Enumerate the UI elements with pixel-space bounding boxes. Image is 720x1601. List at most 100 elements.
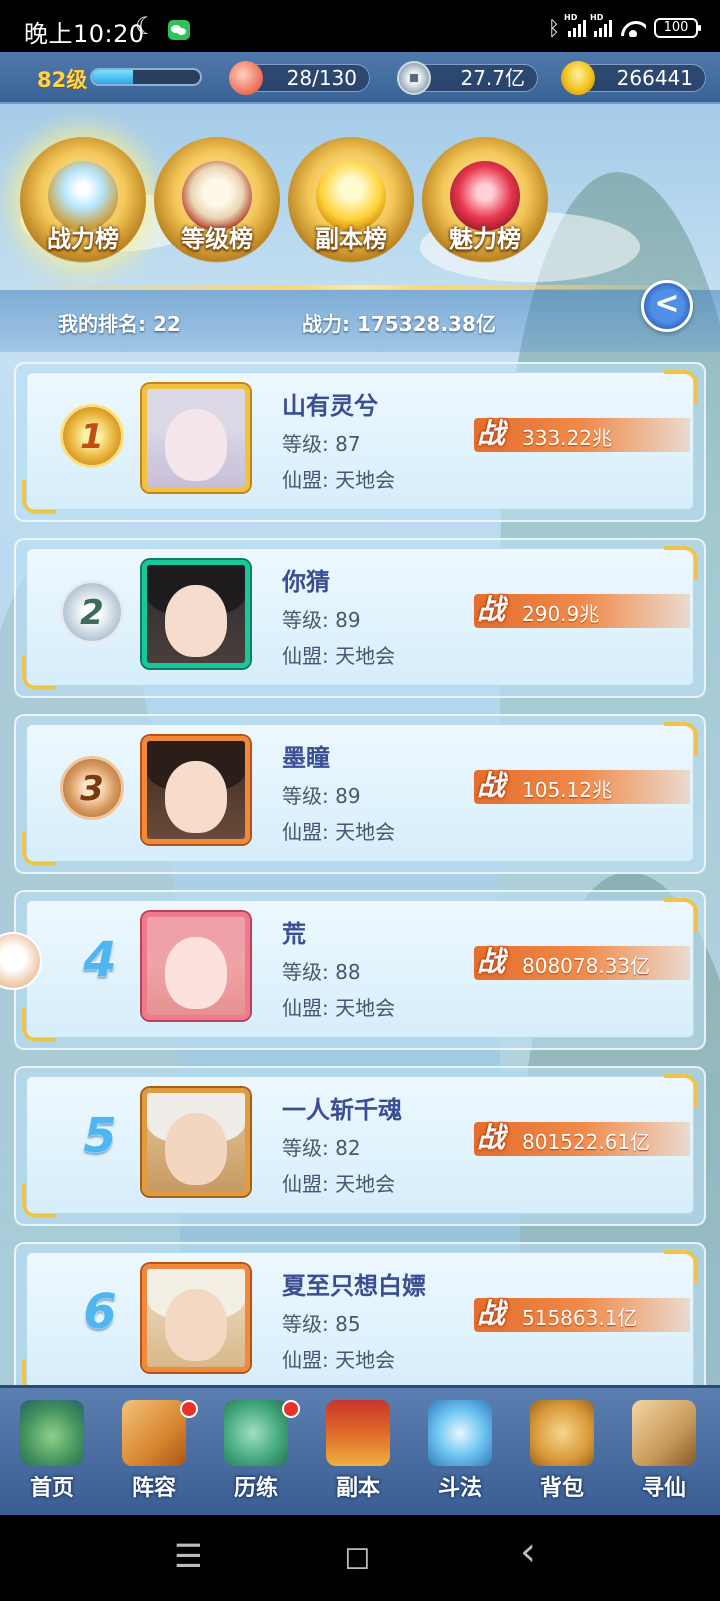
avatar[interactable]: [142, 1088, 250, 1196]
wechat-notification-icon: [168, 20, 190, 40]
battery-icon: 100: [654, 18, 701, 38]
ranking-row[interactable]: 5 一人斩千魂 等级: 82 仙盟: 天地会 战 801522.61亿: [14, 1066, 706, 1226]
hd-label-1: HD: [564, 13, 578, 22]
corner-ornament: [664, 722, 698, 756]
notification-dot: [180, 1400, 198, 1418]
nav-home[interactable]: 首页: [2, 1396, 102, 1514]
cards-icon: [122, 1400, 186, 1466]
avatar-face: [165, 409, 227, 481]
temple-gate-icon: [326, 1400, 390, 1466]
tab-label: 战力榜: [47, 225, 119, 253]
player-guild: 仙盟: 天地会: [282, 468, 396, 492]
power-bar: 战 808078.33亿: [474, 945, 690, 980]
peach-resource[interactable]: 28/130: [229, 61, 370, 95]
nav-label: 阵容: [131, 1476, 176, 1501]
ranking-row[interactable]: 4 荒 等级: 88 仙盟: 天地会 战 808078.33亿: [14, 890, 706, 1050]
corner-ornament: [22, 832, 56, 866]
system-navigation-bar: ☰ ◻ ‹: [0, 1515, 720, 1601]
ranking-row[interactable]: 1 山有灵兮 等级: 87 仙盟: 天地会 战 333.22兆: [14, 362, 706, 522]
tab-label: 副本榜: [315, 225, 387, 253]
player-level: 82级: [37, 68, 88, 92]
recent-apps-button[interactable]: ☰: [174, 1537, 203, 1575]
avatar-face: [165, 761, 227, 833]
nav-duel[interactable]: 斗法: [410, 1396, 510, 1514]
xp-bar: [90, 68, 202, 86]
back-button[interactable]: ‹: [520, 1529, 536, 1575]
signal-icon-2: HD: [590, 13, 612, 37]
player-name: 一人斩千魂: [282, 1096, 402, 1124]
power-value: 515863.1亿: [522, 1306, 638, 1330]
player-guild: 仙盟: 天地会: [282, 996, 396, 1020]
player-level-text: 等级: 89: [282, 608, 361, 632]
power-value: 105.12兆: [522, 778, 612, 802]
corner-ornament: [22, 480, 56, 514]
nav-dungeon[interactable]: 副本: [308, 1396, 408, 1514]
player-level-text: 等级: 88: [282, 960, 361, 984]
gourd-icon: [224, 1400, 288, 1466]
my-rank: 我的排名: 22: [58, 312, 181, 336]
copper-resource[interactable]: 27.7亿: [397, 61, 538, 95]
nav-label: 寻仙: [641, 1476, 686, 1501]
wifi-icon: [620, 19, 646, 37]
gold-resource[interactable]: 266441: [561, 61, 706, 95]
notification-dot: [282, 1400, 300, 1418]
player-name: 山有灵兮: [282, 392, 378, 420]
nav-seek-immortal[interactable]: 寻仙: [614, 1396, 714, 1514]
floating-island-icon: [20, 1400, 84, 1466]
power-bar: 战 333.22兆: [474, 417, 690, 452]
avatar[interactable]: [142, 736, 250, 844]
bronze-medal-icon: 3: [60, 756, 124, 820]
bottom-nav: 首页 阵容 历练 副本 斗法 背包 寻仙: [0, 1385, 720, 1515]
nav-label: 斗法: [437, 1476, 482, 1501]
ranking-row[interactable]: 3 墨瞳 等级: 89 仙盟: 天地会 战 105.12兆: [14, 714, 706, 874]
avatar[interactable]: [142, 560, 250, 668]
power-value: 801522.61亿: [522, 1130, 651, 1154]
game-screen: 82级 28/130 27.7亿 266441 战力榜 等级榜 副本榜 魅力榜 …: [0, 52, 720, 1515]
my-power: 战力: 175328.38亿: [302, 312, 496, 336]
nav-training[interactable]: 历练: [206, 1396, 306, 1514]
avatar-face: [165, 1289, 227, 1361]
player-guild: 仙盟: 天地会: [282, 1348, 396, 1372]
power-bar: 战 801522.61亿: [474, 1121, 690, 1156]
crossed-swords-icon: [428, 1400, 492, 1466]
nav-label: 背包: [539, 1476, 584, 1501]
power-bar: 战 105.12兆: [474, 769, 690, 804]
tab-dungeon-ranking[interactable]: 副本榜: [288, 137, 414, 263]
player-level-text: 等级: 85: [282, 1312, 361, 1336]
power-value: 333.22兆: [522, 426, 612, 450]
battle-badge-icon: 战: [476, 593, 505, 626]
tab-label: 等级榜: [181, 225, 253, 253]
battle-badge-icon: 战: [476, 945, 505, 978]
nav-lineup[interactable]: 阵容: [104, 1396, 204, 1514]
nav-label: 副本: [335, 1476, 380, 1501]
tab-power-ranking[interactable]: 战力榜: [20, 137, 146, 263]
avatar-face: [165, 1113, 227, 1185]
signal-icon-1: HD: [564, 13, 586, 37]
gold-ingot-icon: [561, 61, 595, 95]
home-button[interactable]: ◻: [344, 1537, 371, 1575]
status-bar: 晚上10:20 ☾ ᛒ HD HD 100: [0, 0, 720, 52]
avatar[interactable]: [142, 384, 250, 492]
power-value: 808078.33亿: [522, 954, 651, 978]
tab-level-ranking[interactable]: 等级榜: [154, 137, 280, 263]
tab-charm-ranking[interactable]: 魅力榜: [422, 137, 548, 263]
xp-bar-fill: [92, 70, 134, 84]
moon-icon: ☾: [135, 12, 157, 40]
nav-backpack[interactable]: 背包: [512, 1396, 612, 1514]
battle-badge-icon: 战: [476, 1121, 505, 1154]
hd-label-2: HD: [590, 13, 604, 22]
player-level-text: 等级: 82: [282, 1136, 361, 1160]
avatar[interactable]: [142, 1264, 250, 1372]
corner-ornament: [664, 1074, 698, 1108]
corner-ornament: [22, 656, 56, 690]
corner-ornament: [664, 546, 698, 580]
player-guild: 仙盟: 天地会: [282, 1172, 396, 1196]
ranking-row[interactable]: 6 夏至只想白嫖 等级: 85 仙盟: 天地会 战 515863.1亿: [14, 1242, 706, 1402]
avatar[interactable]: [142, 912, 250, 1020]
ranking-row[interactable]: 2 你猜 等级: 89 仙盟: 天地会 战 290.9兆: [14, 538, 706, 698]
corner-ornament: [664, 1250, 698, 1284]
share-button[interactable]: <: [641, 280, 693, 332]
silver-medal-icon: 2: [60, 580, 124, 644]
player-name: 你猜: [282, 568, 330, 596]
avatar-face: [165, 585, 227, 657]
